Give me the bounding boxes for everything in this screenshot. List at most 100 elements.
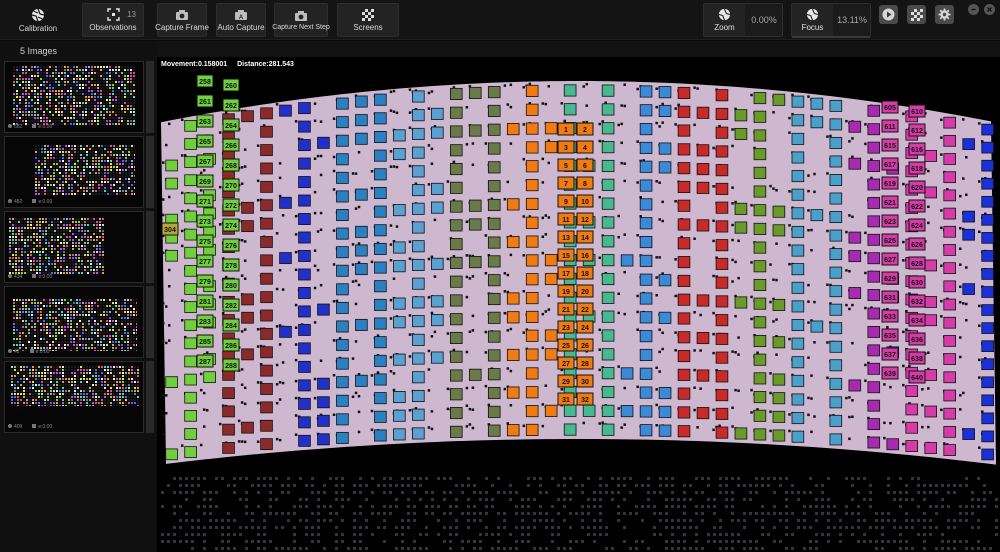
calibration-marker-label: 611 [884,124,895,131]
calibration-marker-label: 622 [911,204,923,211]
calibration-marker-label: 21 [562,307,570,314]
calibration-marker-label: 28 [581,361,589,368]
calibration-marker-label: 272 [225,203,237,210]
calibration-marker-label: 620 [911,185,923,192]
calibration-marker-label: 627 [884,257,896,264]
calibration-marker-label: 29 [562,379,570,386]
calibration-marker-label: 26 [581,343,589,350]
calibration-marker-label: 288 [225,363,237,370]
calibration-marker-label: 13 [562,235,570,242]
image-thumbnail[interactable]: 409 e:0.00 [4,361,144,433]
calibration-marker-label: 8 [583,181,587,188]
aperture-icon [31,8,45,21]
camera-icon [295,10,307,21]
calibration-marker-label: 266 [225,143,237,150]
zoom-control[interactable]: Zoom 0.00% [703,3,783,37]
calibration-marker-label: 22 [581,307,589,314]
calibration-marker-label: 632 [911,299,923,306]
thumbnail-meta: 434 e:0.00 [8,274,52,280]
image-thumbnail[interactable]: 434 e:0.00 [4,211,144,283]
thumbnail-image [11,366,139,406]
calibration-marker-label: 612 [911,128,923,135]
calibration-marker-label: 629 [884,276,896,283]
thumbnail-image [9,218,104,274]
calibration-marker-label: 263 [199,119,211,126]
settings-button[interactable] [935,5,954,24]
capture-frame-button[interactable]: Capture Frame [155,3,209,37]
calibration-marker-label: 269 [199,179,211,186]
calibration-marker-label: 624 [911,223,923,230]
thumbnail-scrollbar[interactable] [146,61,154,133]
thumbnail-scrollbar[interactable] [146,211,154,283]
calibration-marker-label: 30 [581,379,589,386]
image-thumbnail[interactable]: 42 e:0.00 [4,286,144,358]
calibration-marker-label: 3 [564,145,568,152]
close-window-button[interactable] [984,4,995,15]
capture-next-step-label: Capture Next Step [272,23,330,31]
thumbnail-count: 482 [14,199,23,205]
zoom-value: 0.00% [746,4,782,36]
calibration-marker-label: 16 [581,253,589,260]
auto-capture-button[interactable]: A Auto Capture [216,3,266,37]
play-button[interactable] [879,5,898,24]
thumbnail-scrollbar[interactable] [146,361,154,433]
observations-count: 13 [127,10,136,19]
calibration-marker-label: 27 [562,361,570,368]
calibration-marker-label: 32 [581,397,589,404]
thumbnail-count: 582 [14,124,23,130]
viewport-header-bar [157,41,1000,57]
image-thumbnail[interactable]: 482 e:0.00 [4,136,144,208]
capture-next-step-button[interactable]: Capture Next Step [272,3,330,37]
grid-toggle-button[interactable] [907,5,926,24]
calibration-marker-label: 630 [911,280,923,287]
camera-a-icon: A [235,9,247,21]
screens-button[interactable]: Screens [337,3,399,37]
svg-text:A: A [239,15,244,21]
calibration-marker-label: 277 [199,259,211,266]
thumbnail-image [13,66,135,125]
top-toolbar: Calibration 13 Observations Capture Fram… [0,0,1000,40]
calibration-marker-label: 618 [911,166,923,173]
calibration-marker-label: 23 [562,325,570,332]
calibration-marker-label: 628 [911,261,923,268]
calibration-marker-label: 304 [164,227,176,234]
thumbnail-meta: 409 e:0.00 [8,424,52,430]
calibration-marker-label: 280 [225,283,237,290]
calibration-marker-label: 621 [884,200,896,207]
thumbnail-score: e:0.00 [35,349,50,355]
calibration-marker-label: 25 [562,343,570,350]
calibration-marker-label: 268 [225,163,237,170]
calibration-marker-label: 626 [911,242,923,249]
image-thumbnail[interactable]: 582 e:0.00 [4,61,144,133]
calibration-marker-label: 639 [884,371,896,378]
calibration-marker-label: 638 [911,356,923,363]
minimize-window-button[interactable] [968,4,979,15]
calibration-marker-label: 279 [199,279,211,286]
viewport-stats-overlay: Movement:0.158001 Distance:281.543 [161,61,294,68]
gear-icon [938,8,951,21]
calibration-marker-label: 20 [581,289,589,296]
aperture-icon [718,8,731,21]
thumbnail-image [35,145,135,195]
checkerboard-icon [362,8,374,21]
close-icon [987,7,992,12]
checkerboard-icon [910,8,923,21]
observations-button[interactable]: 13 Observations [82,3,144,37]
calibration-marker-label: 631 [884,295,896,302]
focus-control[interactable]: Focus 13.11% [791,3,871,38]
thumbnail-scrollbar[interactable] [146,136,154,208]
thumbnail-scrollbar[interactable] [146,286,154,358]
thumbnail-score: e:0.00 [38,124,53,130]
calibration-marker-label: 1 [564,127,568,134]
thumbnail-score: e:0.00 [38,274,53,280]
screens-label: Screens [353,22,383,32]
calibration-marker-label: 260 [225,83,237,90]
calibration-marker-label: 625 [884,238,896,245]
calibration-marker-label: 285 [199,339,211,346]
calibration-button[interactable]: Calibration [6,3,70,37]
calibration-marker-label: 623 [884,219,896,226]
distance-readout: Distance:281.543 [237,61,294,68]
camera-viewport[interactable]: Movement:0.158001 Distance:281.543 25 8 26… [157,41,1000,552]
calibration-marker-label: 271 [199,199,211,206]
aperture-icon [806,8,819,21]
